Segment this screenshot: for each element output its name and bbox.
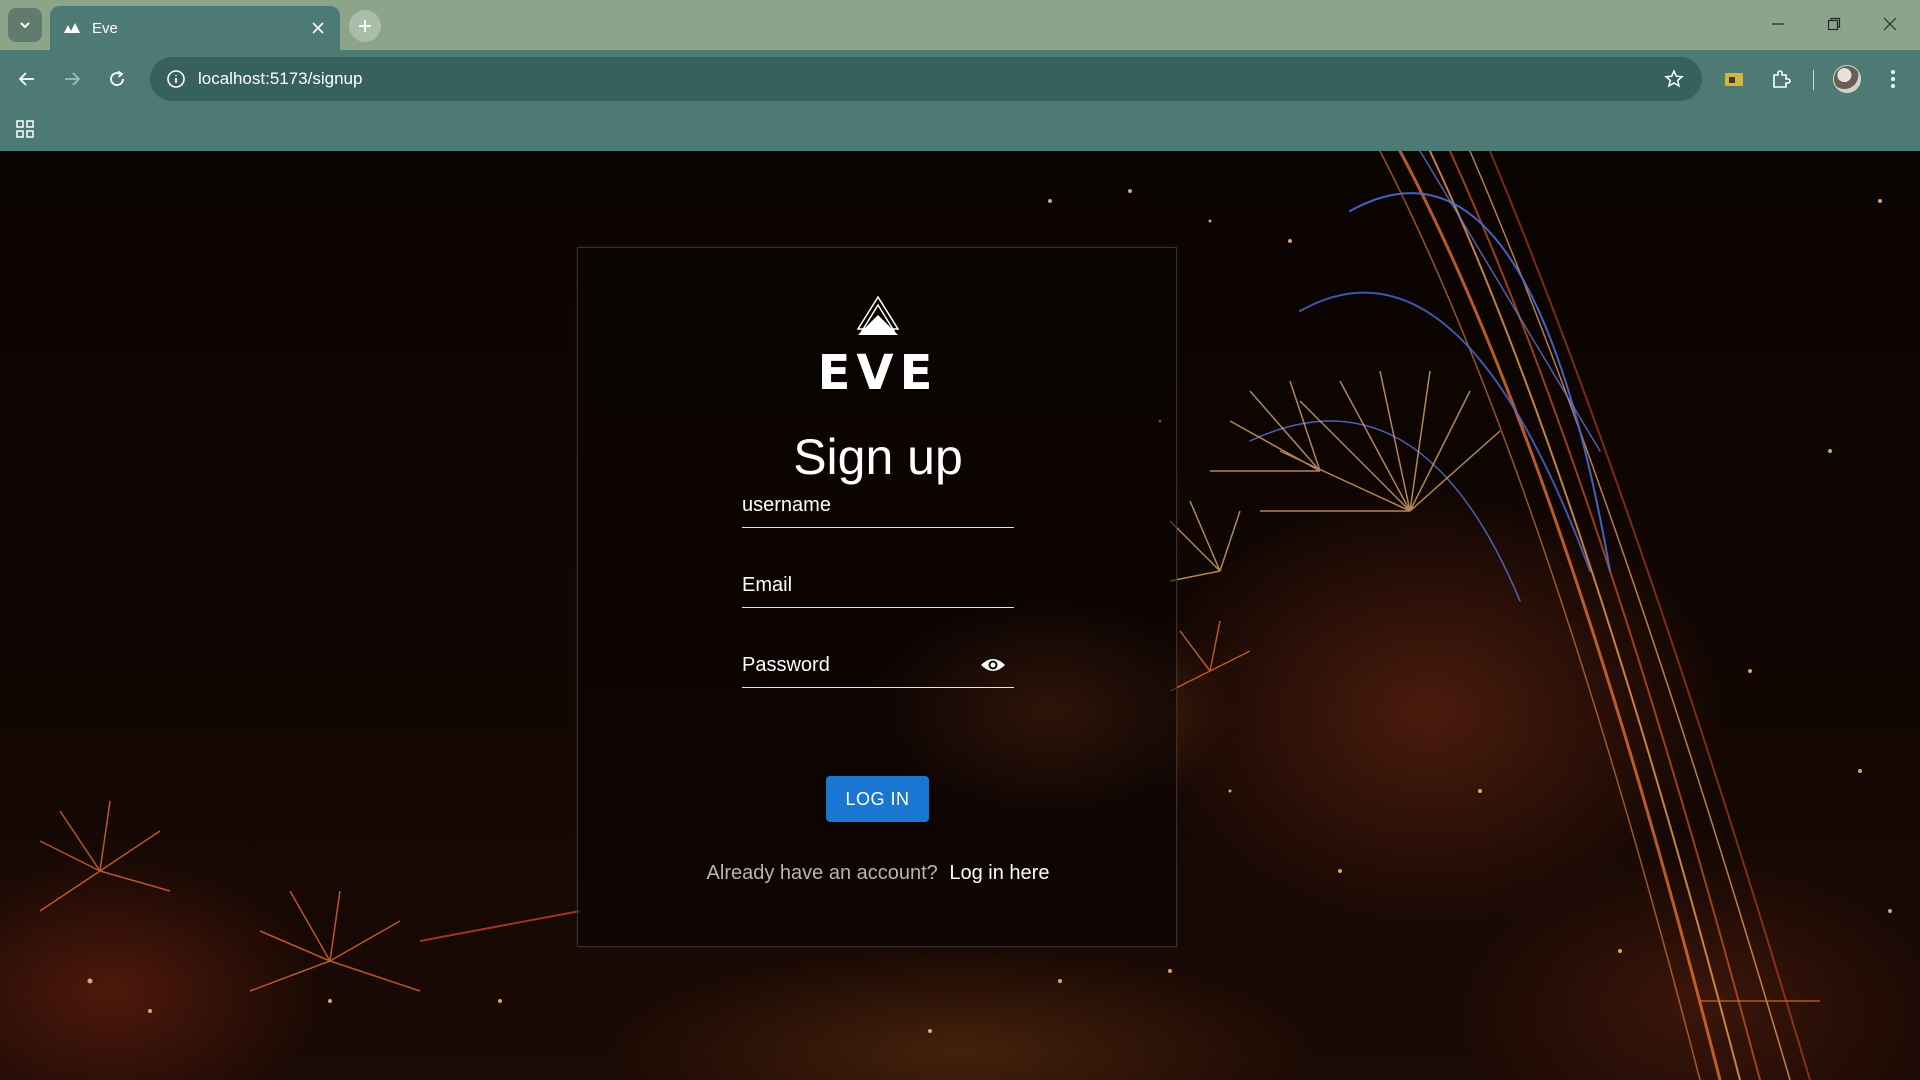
puzzle-icon[interactable] [1763,61,1799,97]
minimize-icon [1772,23,1784,25]
url-text[interactable]: localhost:5173/signup [198,69,1656,89]
toolbar-divider [1813,70,1814,90]
folder-extension-icon[interactable] [1716,61,1752,97]
email-label: Email [742,574,793,596]
password-field[interactable]: Password [742,648,1014,688]
password-label: Password [742,654,830,676]
apps-grid-icon[interactable] [12,116,38,142]
eve-favicon-icon [62,20,82,36]
menu-button[interactable] [1875,61,1911,97]
plus-icon [359,20,371,32]
reload-button[interactable] [99,61,135,97]
minimize-button[interactable] [1750,0,1806,48]
kebab-icon [1891,70,1895,88]
bookmark-bar [0,108,1920,151]
page-title: Sign up [793,429,963,485]
star-icon[interactable] [1656,61,1692,97]
new-tab-button[interactable] [349,10,381,42]
back-button[interactable] [9,61,45,97]
close-icon [1883,17,1897,31]
login-question: Already have an account? [706,862,938,884]
eye-icon[interactable] [980,655,1006,675]
close-icon[interactable] [308,18,328,38]
profile-button[interactable] [1829,61,1865,97]
chevron-down-icon [20,22,30,29]
svg-text:EVE: EVE [818,345,938,393]
avatar [1833,65,1861,93]
restore-button[interactable] [1806,0,1862,48]
username-label: username [742,494,831,516]
login-link[interactable]: Log in here [949,862,1049,884]
arrow-left-icon [18,72,34,86]
browser-toolbar: localhost:5173/signup [0,50,1920,108]
signup-page: EVE Sign up username Email Password LOG … [0,151,1920,1080]
eve-logo: EVE [818,295,938,393]
signup-card: EVE Sign up username Email Password LOG … [577,247,1177,947]
close-window-button[interactable] [1862,0,1918,48]
reload-icon [110,70,124,86]
restore-icon [1827,17,1841,31]
email-field[interactable]: Email [742,568,1014,608]
username-field[interactable]: username [742,488,1014,528]
info-icon[interactable] [164,67,188,91]
address-bar[interactable]: localhost:5173/signup [150,57,1702,101]
tab-strip: Eve [0,0,1920,50]
forward-button[interactable] [54,61,90,97]
login-button[interactable]: LOG IN [826,776,929,822]
tab-title: Eve [92,19,118,37]
tab-search-button[interactable] [8,8,42,42]
arrow-right-icon [65,72,81,86]
tab-eve[interactable]: Eve [50,6,340,50]
login-prompt: Already have an account? Log in here [578,862,1178,885]
